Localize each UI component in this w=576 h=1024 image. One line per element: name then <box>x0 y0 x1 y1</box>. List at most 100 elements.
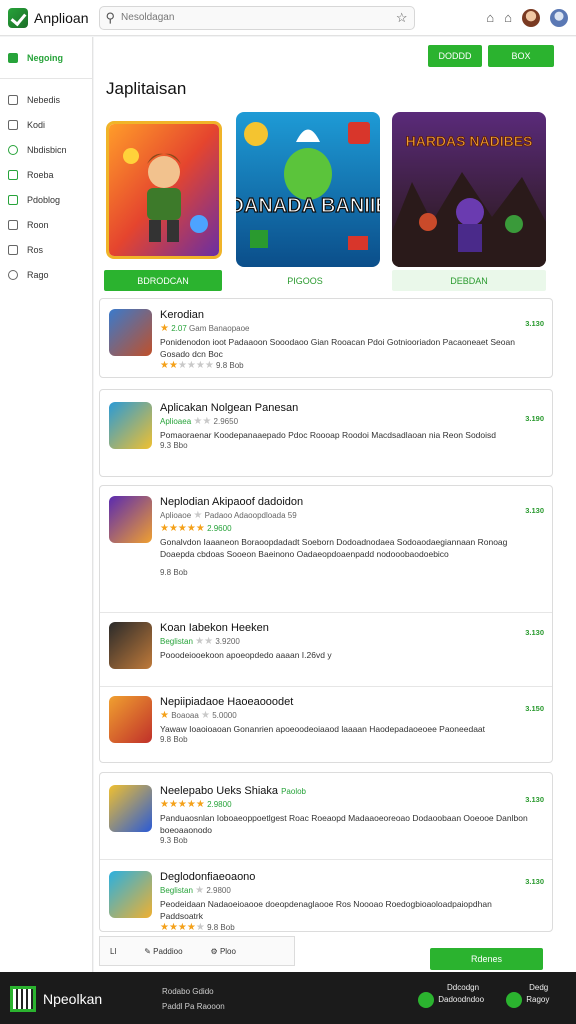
app-thumbnail <box>109 309 152 356</box>
top-bar: Anplioan ⚲ Nesoldagan ☆ ⌂ ⌂ <box>0 0 576 36</box>
check-icon <box>8 194 18 205</box>
featured-button-3[interactable]: DEBDAN <box>392 270 546 291</box>
featured-card-2[interactable]: KOANADA BANIIES <box>236 112 380 267</box>
app-price[interactable]: 3.130 <box>525 319 544 328</box>
app-price[interactable]: 3.150 <box>525 704 544 713</box>
sidebar-item-kodi[interactable]: Kodi <box>0 112 92 137</box>
user-avatar[interactable] <box>522 8 540 27</box>
footer-store-2-top: Dedg <box>529 983 549 992</box>
app-thumbnail <box>109 402 152 449</box>
sidebar-item-ros[interactable]: Ros <box>0 237 92 262</box>
app-thumbnail <box>109 871 152 918</box>
home-icon[interactable]: ⌂ <box>486 11 494 24</box>
featured-button-1[interactable]: BDRODCAN <box>104 270 222 291</box>
pager-next[interactable]: ⚙ Ploo <box>211 947 236 956</box>
sidebar-item-home[interactable]: Negoing <box>0 45 92 70</box>
search-input[interactable]: Nesoldagan <box>121 12 396 23</box>
app-meta: ★★★★★ 2.9800 <box>160 799 232 810</box>
divider <box>100 612 552 613</box>
app-thumbnail <box>109 785 152 832</box>
app-name: Neelepabo Ueks Shiaka Paolob <box>160 785 307 797</box>
app-price[interactable]: 3.130 <box>525 506 544 515</box>
app-name: Kerodian <box>160 309 205 321</box>
sidebar-item-roon[interactable]: Roon <box>0 212 92 237</box>
footer: Npeolkan Rodabo Gdido Paddl Pa Raooon Dd… <box>0 972 576 1024</box>
search-icon <box>8 144 18 155</box>
sidebar-item-rago[interactable]: Rago <box>0 262 92 287</box>
pager-mid[interactable]: ✎ Paddioo <box>144 947 182 956</box>
app-size: 9.8 Bob <box>160 568 188 577</box>
app-size: 9.3 Bob <box>160 836 188 845</box>
footer-store-2[interactable]: Dedg Ragoy <box>506 983 549 1008</box>
featured-title-3: HARDAS NADIBES <box>406 133 533 149</box>
app-price[interactable]: 3.130 <box>525 877 544 886</box>
profile-avatar[interactable] <box>550 8 568 27</box>
doc-icon <box>8 244 18 255</box>
featured-art-1 <box>109 124 219 256</box>
app-price[interactable]: 3.190 <box>525 414 544 423</box>
app-meta: Beglistan ★ 2.9800 <box>160 885 231 896</box>
footer-store-1-top: Ddcodgn <box>447 983 480 992</box>
sidebar-item-label: Nbdisbicn <box>27 144 67 155</box>
footer-link-2[interactable]: Paddl Pa Raooon <box>162 1002 225 1011</box>
footer-store-1-label: Dadoodndoo <box>438 995 485 1005</box>
app-card-1: Kerodian ★ 2.07 Gam Banaopaoe Ponidenodo… <box>99 298 553 378</box>
app-description: Peodeidaan Nadaoeioaooe doeopdenaglaooe … <box>160 899 492 921</box>
app-description: Ponidenodon ioot Padaaoon Sooodaoo Gian … <box>160 337 515 359</box>
app-size: ★★★★★ 9.8 Bob <box>160 922 235 933</box>
sidebar-item-label: Roeba <box>27 169 54 180</box>
divider <box>100 859 552 860</box>
app-description: Pooodeiooekoon apoeopdedo aaaan I.26vd y <box>160 650 332 660</box>
more-button[interactable]: Rdenes <box>430 948 543 970</box>
featured-title-2: KOANADA BANIIES <box>236 195 380 217</box>
featured-button-2[interactable]: PIGOOS <box>236 270 374 291</box>
app-logo-icon[interactable] <box>8 7 28 28</box>
bag-icon <box>8 119 18 130</box>
app-meta: ★ 2.07 Gam Banaopaoe <box>160 323 250 334</box>
app-price[interactable]: 3.130 <box>525 628 544 637</box>
list-icon <box>8 94 18 105</box>
store-icon[interactable]: ⌂ <box>504 11 512 24</box>
featured-card-3[interactable]: HARDAS NADIBES <box>392 112 546 267</box>
sidebar-item-label: Pdoblog <box>27 194 61 205</box>
app-price[interactable]: 3.130 <box>525 795 544 804</box>
footer-store-1[interactable]: Ddcodgn Dadoodndoo <box>418 983 484 1008</box>
pager-prev[interactable]: Ll <box>110 947 116 956</box>
app-meta: Aplioaoe ★ Padaoo Adaoopdloada 59 <box>160 510 297 521</box>
sidebar-item-label: Nebedis <box>27 94 61 105</box>
app-name: Koan Iabekon Heeken <box>160 622 269 634</box>
header-button-1[interactable]: DODDD <box>428 45 482 67</box>
app-thumbnail <box>109 496 152 543</box>
featured-card-1[interactable] <box>106 121 222 259</box>
sidebar-item-nbdisbicn[interactable]: Nbdisbicn <box>0 137 92 162</box>
featured-art-3: HARDAS NADIBES <box>392 112 546 267</box>
star-icon[interactable]: ☆ <box>396 11 408 24</box>
sidebar-item-roeba[interactable]: Roeba <box>0 162 92 187</box>
settings-icon <box>8 269 18 280</box>
sidebar-item-label: Negoing <box>27 52 63 63</box>
footer-store-2-label: Ragoy <box>526 995 550 1005</box>
sidebar-item-label: Rago <box>27 269 49 280</box>
app-description: Yawaw Ioaoioaoan Gonanrien apoeoodeoiaao… <box>160 724 486 734</box>
divider <box>100 686 552 687</box>
sidebar: Negoing Nebedis Kodi Nbdisbicn Roeba Pdo… <box>0 37 93 972</box>
qr-code-icon <box>10 986 36 1012</box>
sidebar-item-pdoblog[interactable]: Pdoblog <box>0 187 92 212</box>
header-button-2[interactable]: BOX <box>488 45 554 67</box>
app-card-2: Aplicakan Nolgean Panesan Aplioaea ★★ 2.… <box>99 389 553 477</box>
app-meta: ★ Boaoaa ★ 5.0000 <box>160 710 237 721</box>
app-meta: Aplioaea ★★ 2.9650 <box>160 416 239 427</box>
sidebar-item-label: Ros <box>27 244 44 255</box>
page-title: Japlitaisan <box>106 79 187 98</box>
sidebar-item-nebedis[interactable]: Nebedis <box>0 87 92 112</box>
app-name: Nepiipiadaoe Haoeaooodet <box>160 696 294 708</box>
app-size: ★★★★★★ 9.8 Bob <box>160 360 244 371</box>
app-name: Deglodonfiaeoaono <box>160 871 256 883</box>
doc-icon <box>8 219 18 230</box>
app-card-4: Neelepabo Ueks Shiaka Paolob ★★★★★ 2.980… <box>99 772 553 933</box>
search-bar[interactable]: ⚲ Nesoldagan ☆ <box>98 5 415 30</box>
footer-link-1[interactable]: Rodabo Gdido <box>162 987 214 996</box>
phone-icon <box>506 992 522 1008</box>
app-name: Neplodian Akipaoof dadoidon <box>160 496 304 508</box>
sidebar-item-label: Roon <box>27 219 49 230</box>
